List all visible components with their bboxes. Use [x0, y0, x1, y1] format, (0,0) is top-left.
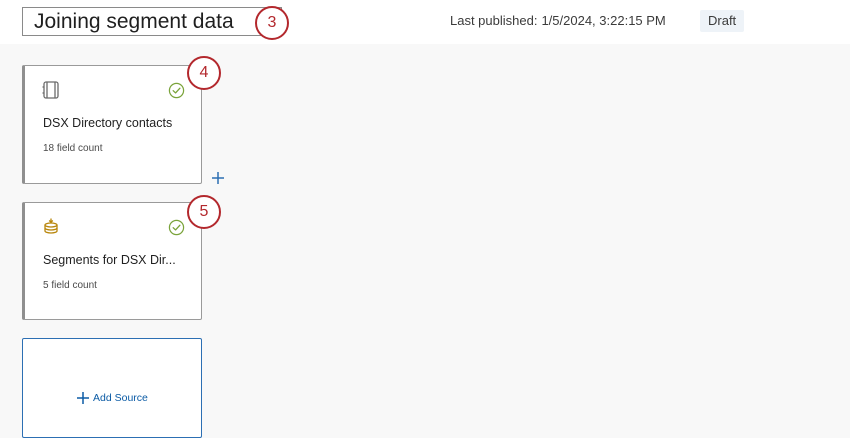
check-circle-icon [168, 82, 185, 99]
source-name: DSX Directory contacts [43, 116, 173, 130]
plus-icon [77, 392, 89, 404]
database-stack-icon [44, 218, 58, 234]
last-published-label: Last published: [450, 13, 538, 28]
step-marker-3: 3 [255, 6, 289, 40]
add-source-card[interactable]: Add Source [22, 338, 202, 438]
dataset-title-field[interactable]: Joining segment data [22, 7, 282, 36]
add-source-label: Add Source [93, 392, 148, 404]
directory-book-icon [42, 81, 59, 99]
top-bar: Joining segment data 3 Last published: 1/… [0, 0, 850, 44]
source-card-directory-contacts[interactable]: DSX Directory contacts 18 field count [22, 65, 202, 184]
last-published-value: 1/5/2024, 3:22:15 PM [541, 13, 666, 28]
add-source-button[interactable]: Add Source [76, 390, 148, 406]
add-join-plus-icon[interactable] [210, 170, 226, 186]
source-card-segments[interactable]: Segments for DSX Dir... 5 field count [22, 202, 202, 320]
field-count: 5 field count [43, 280, 97, 291]
check-circle-icon [168, 219, 185, 236]
field-count: 18 field count [43, 143, 103, 154]
dataset-title: Joining segment data [34, 10, 234, 33]
step-marker-5: 5 [187, 195, 221, 229]
step-marker-4: 4 [187, 56, 221, 90]
status-badge: Draft [700, 10, 745, 32]
last-published: Last published: 1/5/2024, 3:22:15 PM [450, 13, 666, 29]
source-name: Segments for DSX Dir... [43, 253, 176, 267]
